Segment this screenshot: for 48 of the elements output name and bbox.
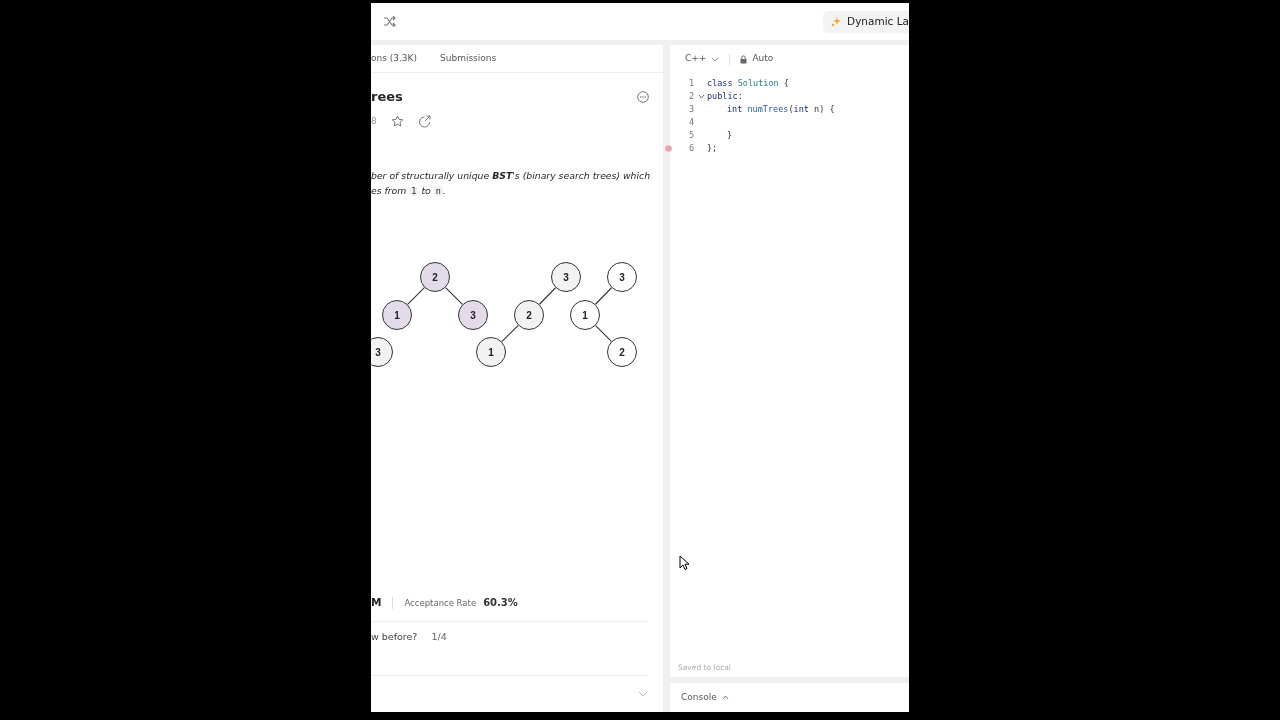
node-label: 2: [526, 309, 532, 321]
question-text: w before?: [371, 629, 418, 644]
difficulty-text: M: [371, 595, 382, 610]
caret-icon: [711, 56, 720, 62]
node-label: 3: [563, 271, 569, 283]
node-label: 3: [470, 309, 476, 321]
answer-count: 1/4: [431, 629, 447, 644]
acceptance-label: Acceptance Rate: [404, 596, 477, 610]
line-number: 4: [687, 116, 695, 129]
sparkle-icon: [831, 16, 842, 27]
shuffle-icon[interactable]: [383, 16, 396, 27]
lock-icon: [740, 54, 748, 64]
code-line: };: [707, 142, 718, 155]
line-number: 6: [670, 142, 696, 155]
node-label: 1: [582, 309, 588, 321]
tab[interactable]: Submissions: [440, 51, 497, 66]
description-text: es from 1 to n .: [371, 184, 447, 198]
code-line: public:: [707, 90, 743, 103]
node-label: 3: [619, 271, 625, 283]
layout-button[interactable]: Dynamic La: [823, 10, 909, 33]
fold-icon[interactable]: [698, 94, 705, 99]
binary-tree: [371, 337, 393, 367]
acceptance-value: 60.3%: [483, 596, 518, 611]
code-line: class Solution {: [707, 77, 789, 90]
node-label: 2: [619, 346, 625, 358]
line-number: 3: [687, 103, 695, 116]
breakpoint-dot[interactable]: [665, 145, 672, 152]
node-label: 1: [488, 346, 494, 358]
auto-mode[interactable]: Auto: [740, 52, 774, 66]
description-text: ber of structurally unique BST's (binary search trees) which: [371, 169, 652, 183]
node-label: 1: [394, 309, 400, 321]
line-number: 1: [687, 77, 695, 90]
code-line: }: [727, 129, 733, 142]
more-icon[interactable]: [637, 90, 649, 103]
node-label: 3: [375, 346, 381, 358]
caret-up-icon: [721, 695, 729, 700]
cursor-icon: [679, 555, 689, 570]
line-number: 2: [687, 90, 695, 103]
share-icon[interactable]: [417, 114, 431, 128]
console-button[interactable]: Console: [681, 690, 729, 705]
tab[interactable]: ons (3.3K): [371, 51, 417, 66]
node-label: 2: [432, 271, 438, 283]
star-icon[interactable]: [390, 114, 404, 128]
line-number: 5: [687, 129, 695, 142]
code-line: int numTrees(int n) {: [727, 103, 835, 116]
like-count: 8: [371, 114, 377, 128]
problem-title: rees: [371, 88, 403, 106]
language-dropdown[interactable]: C++: [685, 52, 720, 66]
